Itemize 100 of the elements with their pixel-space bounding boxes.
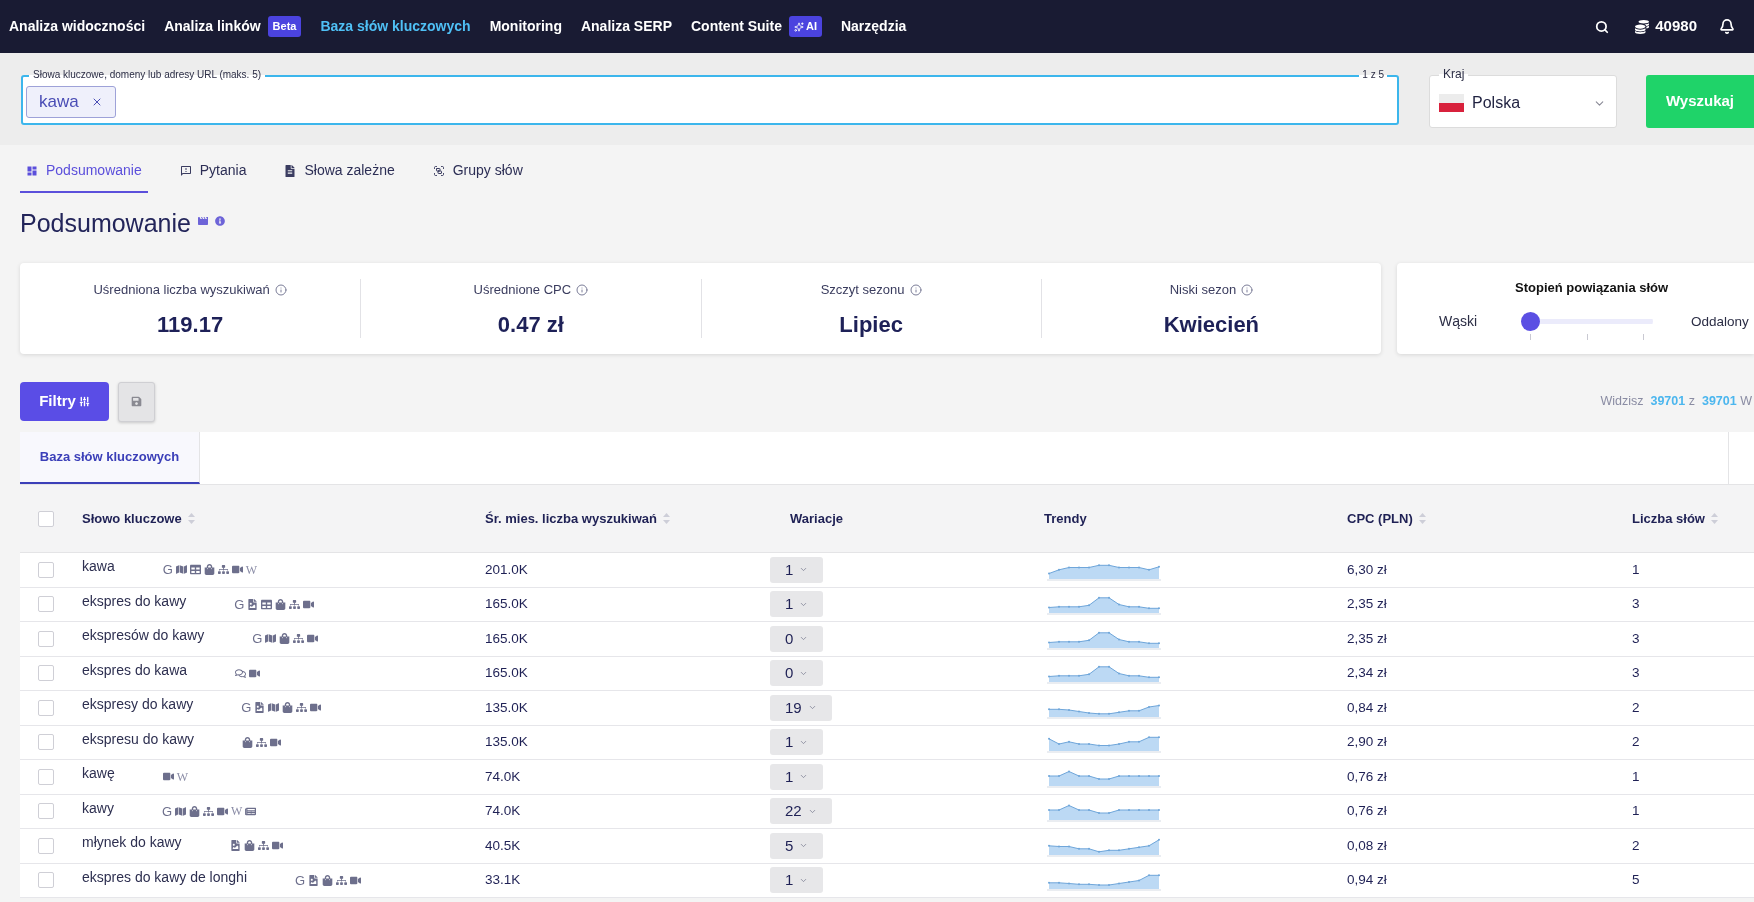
- video-camera-icon: [162, 771, 174, 783]
- sitemap-icon: [296, 702, 308, 714]
- word-count: 2: [1632, 836, 1640, 855]
- info-icon: [214, 216, 225, 226]
- tab[interactable]: Słowa zależne: [278, 160, 401, 193]
- variations-dropdown[interactable]: 1: [770, 729, 824, 756]
- column-header[interactable]: Śr. mies. liczba wyszukiwań: [485, 508, 670, 529]
- dashboard-icon: [26, 164, 38, 177]
- variations-dropdown[interactable]: 1: [770, 763, 824, 790]
- slider-thumb[interactable]: [1521, 311, 1540, 331]
- cpc-value: 0,84 zł: [1347, 698, 1387, 717]
- search-volume: 135.0K: [485, 698, 528, 717]
- tab[interactable]: Podsumowanie: [20, 160, 148, 193]
- map-icon: [268, 702, 280, 714]
- cpc-value: 2,35 zł: [1347, 595, 1387, 614]
- variations-dropdown[interactable]: 1: [770, 867, 824, 894]
- nav-link[interactable]: Narzędzia: [840, 16, 907, 37]
- row-checkbox[interactable]: [38, 630, 54, 647]
- feature-letter: G: [252, 632, 263, 646]
- sort-icon[interactable]: [662, 513, 670, 524]
- shopping-bag-icon: [203, 564, 215, 576]
- nav-link[interactable]: Analiza SERP: [580, 16, 672, 37]
- keyword-text: ekspres do kawy de longhi: [82, 867, 247, 887]
- row-checkbox[interactable]: [38, 699, 54, 716]
- stat-value: Lipiec: [839, 310, 903, 339]
- select-all-checkbox[interactable]: [38, 510, 54, 527]
- keyword-text: ekspresu do kawy: [82, 729, 195, 749]
- cpc-value: 2,35 zł: [1347, 629, 1387, 648]
- cpc-value: 6,30 zł: [1347, 560, 1387, 579]
- search-icon[interactable]: [1595, 19, 1610, 34]
- keyword-text: kawę: [82, 764, 115, 784]
- results-count: Widzisz 39701 z 39701 W: [1600, 393, 1752, 411]
- video-camera-icon: [217, 805, 229, 817]
- word-count: 1: [1632, 767, 1640, 786]
- column-header[interactable]: Liczba słów: [1632, 508, 1718, 529]
- keyword-text: ekspresy do kawy: [82, 695, 194, 715]
- comments-icon: [235, 667, 247, 679]
- shopping-bag-icon: [322, 874, 334, 886]
- tab[interactable]: Pytania: [173, 160, 253, 193]
- video-camera-icon: [270, 736, 282, 748]
- row-checkbox[interactable]: [38, 803, 54, 820]
- filter-button[interactable]: Filtry: [20, 382, 109, 421]
- slider-min-label: Wąski: [1439, 311, 1479, 331]
- search-volume: 40.5K: [485, 836, 521, 855]
- cpc-value: 2,34 zł: [1347, 664, 1387, 683]
- newspaper-icon: [245, 805, 257, 817]
- save-button[interactable]: [118, 381, 155, 422]
- feature-letter: G: [161, 804, 173, 818]
- search-volume: 74.0K: [485, 802, 521, 821]
- row-checkbox[interactable]: [38, 561, 54, 578]
- cpc-value: 0,94 zł: [1347, 871, 1387, 890]
- table-tab[interactable]: Baza słów kluczowych: [20, 432, 200, 484]
- shopping-bag-icon: [243, 840, 255, 852]
- shopping-bag-icon: [282, 702, 294, 714]
- stat-value: Kwiecień: [1163, 310, 1260, 339]
- variations-dropdown[interactable]: 5: [770, 832, 824, 859]
- word-count: 3: [1632, 595, 1640, 614]
- variations-dropdown[interactable]: 22: [770, 798, 832, 825]
- variations-dropdown[interactable]: 0: [770, 660, 824, 687]
- badge-text: AI: [805, 21, 817, 32]
- column-header: Wariacje: [790, 509, 843, 528]
- sort-icon[interactable]: [187, 513, 195, 524]
- field-label: Kraj: [1439, 67, 1469, 82]
- column-header[interactable]: CPC (PLN): [1347, 508, 1426, 529]
- sort-icon[interactable]: [1710, 513, 1718, 524]
- sort-icon[interactable]: [1418, 513, 1426, 524]
- tab[interactable]: Grupy słów: [426, 160, 529, 193]
- row-checkbox[interactable]: [38, 768, 54, 785]
- sliders-icon: [78, 396, 90, 407]
- badge-text: Beta: [272, 21, 297, 32]
- nav-link[interactable]: Monitoring: [489, 16, 562, 37]
- slider-title: Stopień powiązania słów: [1515, 279, 1669, 297]
- variations-dropdown[interactable]: 0: [770, 625, 824, 652]
- nav-link[interactable]: Analiza linków: [164, 16, 261, 37]
- nav-link[interactable]: Baza słów kluczowych: [320, 16, 471, 37]
- shopping-bag-icon: [189, 805, 201, 817]
- page-title: Podsumowanie: [20, 210, 191, 236]
- row-checkbox[interactable]: [38, 596, 54, 613]
- video-camera-icon: [307, 633, 319, 645]
- film-icon: [196, 215, 209, 227]
- sitemap-icon: [336, 874, 348, 886]
- row-checkbox[interactable]: [38, 837, 54, 854]
- slider-max-label: Oddalony: [1691, 312, 1749, 331]
- search-volume: 165.0K: [485, 664, 528, 683]
- nav-link[interactable]: Analiza widoczności: [9, 16, 146, 37]
- row-checkbox[interactable]: [38, 872, 54, 889]
- variations-dropdown[interactable]: 1: [770, 556, 824, 583]
- row-checkbox[interactable]: [38, 734, 54, 751]
- info-icon: [1241, 283, 1254, 296]
- variations-dropdown[interactable]: 19: [770, 694, 832, 721]
- column-header[interactable]: Słowo kluczowe: [82, 508, 195, 529]
- chip-label: kawa: [39, 91, 79, 114]
- nav-link[interactable]: Content Suite: [690, 16, 782, 37]
- feature-letter: G: [241, 701, 252, 715]
- bell-icon[interactable]: [1719, 18, 1735, 35]
- table-icon: [189, 564, 201, 576]
- image-file-icon: [229, 840, 241, 852]
- row-checkbox[interactable]: [38, 665, 54, 682]
- sparkle-icon: [793, 21, 804, 32]
- variations-dropdown[interactable]: 1: [770, 591, 824, 618]
